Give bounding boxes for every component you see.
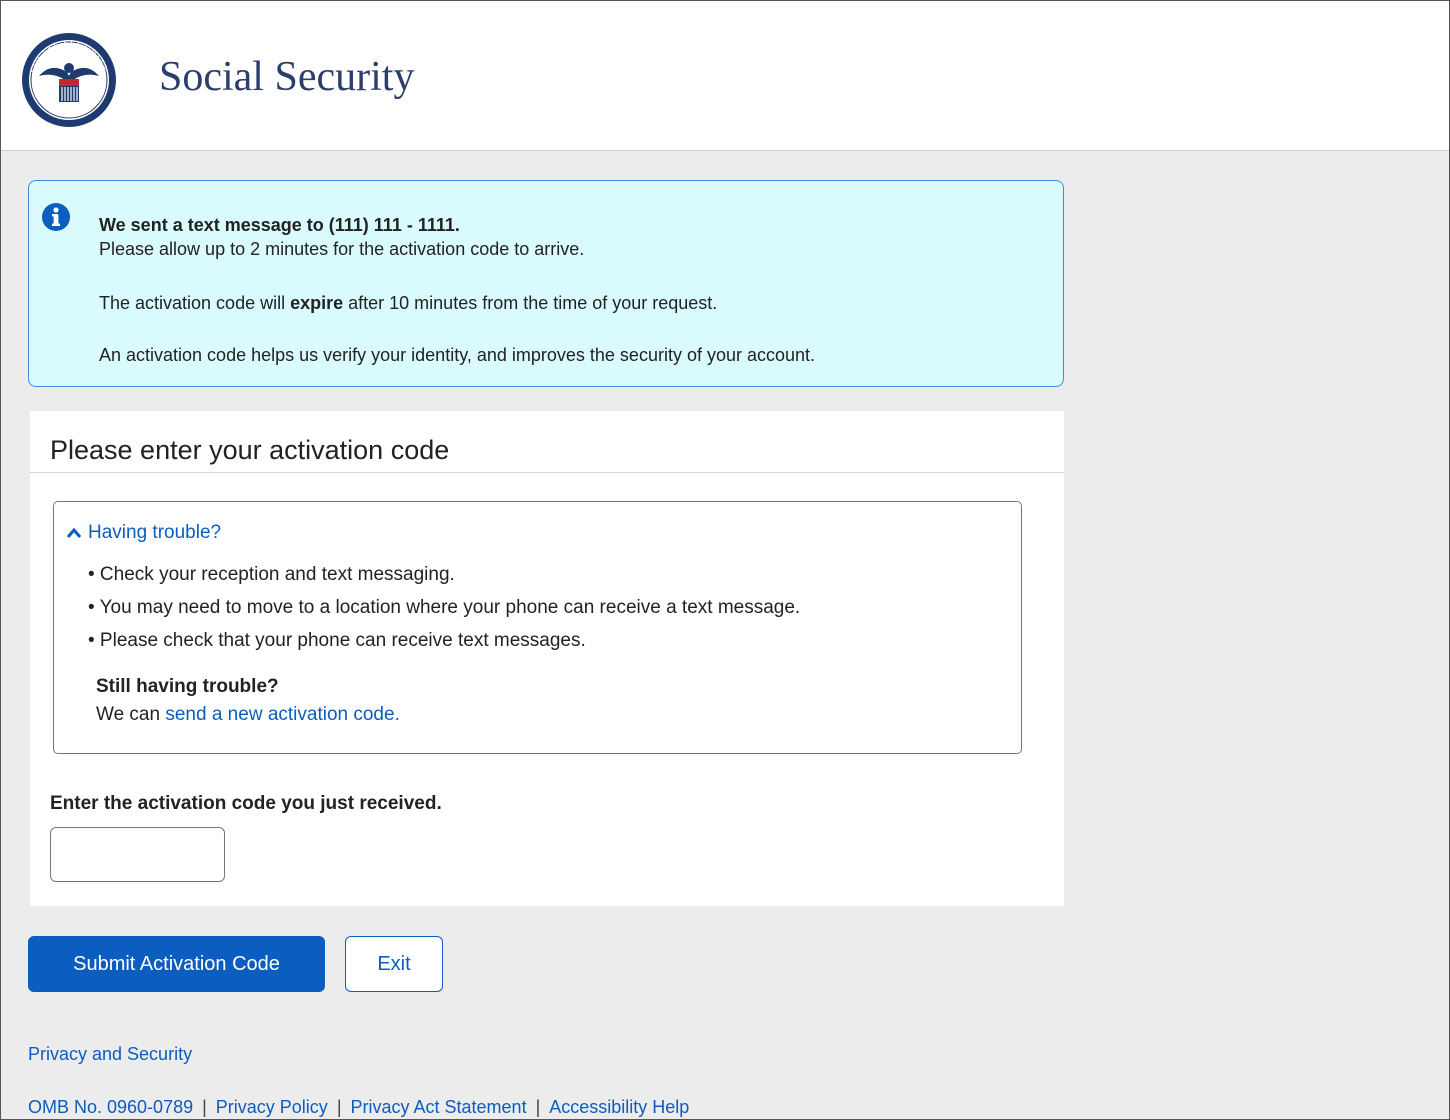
footer-separator: | [535,1097,541,1117]
site-title: Social Security [159,54,415,100]
chevron-up-icon [66,527,82,538]
having-trouble-toggle[interactable]: Having trouble? [66,522,221,544]
footer-separator: | [202,1097,207,1117]
having-trouble-label: Having trouble? [88,522,222,543]
accessibility-help-link[interactable]: Accessibility Help [549,1097,689,1117]
alert-wait-note: Please allow up to 2 minutes for the act… [99,239,585,259]
privacy-act-statement-link[interactable]: Privacy Act Statement [351,1097,527,1117]
privacy-and-security-link[interactable]: Privacy and Security [28,1044,192,1065]
exit-button[interactable]: Exit [345,936,443,992]
alert-expire-bold: expire [290,293,344,313]
alert-expire-note: The activation code will expire after 10… [99,293,717,314]
alert-sent-message: We sent a text message to (111) 111 - 11… [99,215,460,235]
still-trouble-prefix: We can [96,704,166,725]
ssa-seal-icon[interactable]: SOCIAL SECURITY [21,32,117,128]
activation-code-input[interactable] [50,827,225,882]
activation-code-label: Enter the activation code you just recei… [50,793,442,814]
info-icon [42,203,70,231]
trouble-tip: • Check your reception and text messagin… [88,564,455,585]
privacy-policy-link[interactable]: Privacy Policy [216,1097,328,1117]
card-divider [30,472,1064,473]
info-alert: We sent a text message to (111) 111 - 11… [28,180,1064,387]
send-new-code-link[interactable]: send a new activation code. [165,704,400,725]
trouble-tip: • You may need to move to a location whe… [88,597,801,618]
card-title: Please enter your activation code [50,435,450,465]
submit-activation-code-button[interactable]: Submit Activation Code [28,936,325,992]
still-trouble-text: We can send a new activation code. [96,704,400,726]
footer-links: OMB No. 0960-0789 | Privacy Policy | Privacy… [28,1097,689,1118]
still-trouble-heading: Still having trouble? [96,676,279,697]
trouble-tip: • Please check that your phone can recei… [88,630,586,651]
activation-card: Please enter your activation code Having… [30,411,1064,906]
alert-expire-prefix: The activation code will [99,293,291,313]
alert-expire-suffix: after 10 minutes from the time of your r… [343,293,718,313]
omb-number: OMB No. 0960-0789 [28,1097,194,1117]
alert-purpose-note: An activation code helps us verify your … [99,345,816,365]
trouble-panel: Having trouble? • Check your reception a… [53,501,1022,754]
footer-separator: | [336,1097,342,1117]
site-header: SOCIAL SECURITY Social Security [1,1,1449,151]
